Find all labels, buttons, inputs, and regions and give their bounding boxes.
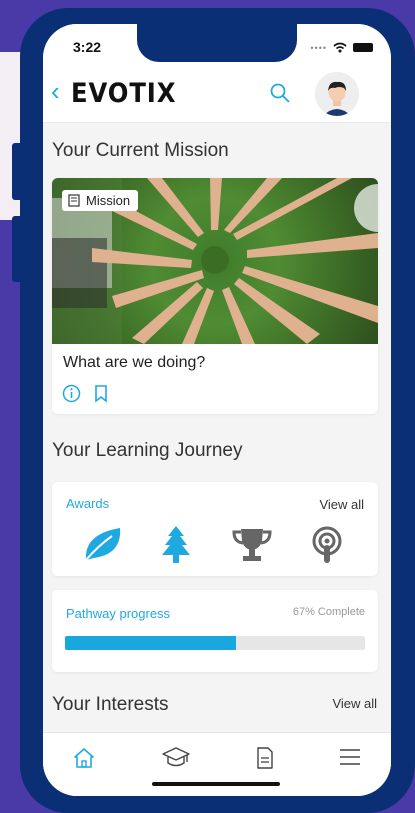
journey-section-title: Your Learning Journey [52,440,243,461]
menu-icon[interactable] [339,747,361,767]
document-icon[interactable] [256,747,274,769]
bookmark-icon[interactable] [94,385,108,403]
avatar-icon [315,72,359,116]
mission-badge: Mission [62,190,139,211]
app-screen: 3:22 •••• ‹ EVOTIX Your Current Mission … [43,24,391,796]
awards-label: Awards [66,496,110,511]
awards-card: Awards View all [52,482,378,576]
graduation-cap-icon[interactable] [162,747,190,769]
podcast-icon[interactable] [310,526,344,564]
bottom-tab-bar [43,732,391,796]
trophy-icon[interactable] [232,527,272,563]
pathway-progress-fill [65,636,236,650]
pathway-progress-status: 67% Complete [292,606,365,618]
document-icon [68,194,80,207]
awards-view-all-link[interactable]: View all [319,497,364,512]
mission-badge-label: Mission [86,193,131,208]
pathway-progress-label: Pathway progress [66,606,171,621]
user-avatar[interactable] [315,72,359,116]
status-bar: 3:22 •••• [43,24,391,66]
tree-icon[interactable] [162,526,190,564]
phone-notch [137,24,297,62]
home-icon[interactable] [73,747,95,769]
back-chevron-icon[interactable]: ‹ [51,78,60,104]
search-icon[interactable] [269,82,291,104]
mission-card[interactable]: Mission What are we doing? [52,178,378,414]
info-icon[interactable] [62,384,81,403]
mission-section-title: Your Current Mission [52,140,229,161]
app-header: ‹ EVOTIX [43,66,391,123]
pathway-progress-bar [65,636,365,650]
mission-card-title: What are we doing? [63,354,206,371]
pathway-card[interactable]: Pathway progress 67% Complete [52,590,378,672]
mission-image: Mission [52,178,378,344]
interests-view-all-link[interactable]: View all [332,696,377,711]
interests-section-title: Your Interests [52,694,169,715]
leaf-icon[interactable] [82,524,124,564]
wifi-icon [333,42,347,53]
app-logo: EVOTIX [71,78,177,109]
home-indicator [152,782,280,786]
status-icons: •••• [310,42,373,53]
battery-icon [353,43,373,52]
status-time: 3:22 [73,39,102,55]
cellular-signal-icon: •••• [310,42,327,53]
